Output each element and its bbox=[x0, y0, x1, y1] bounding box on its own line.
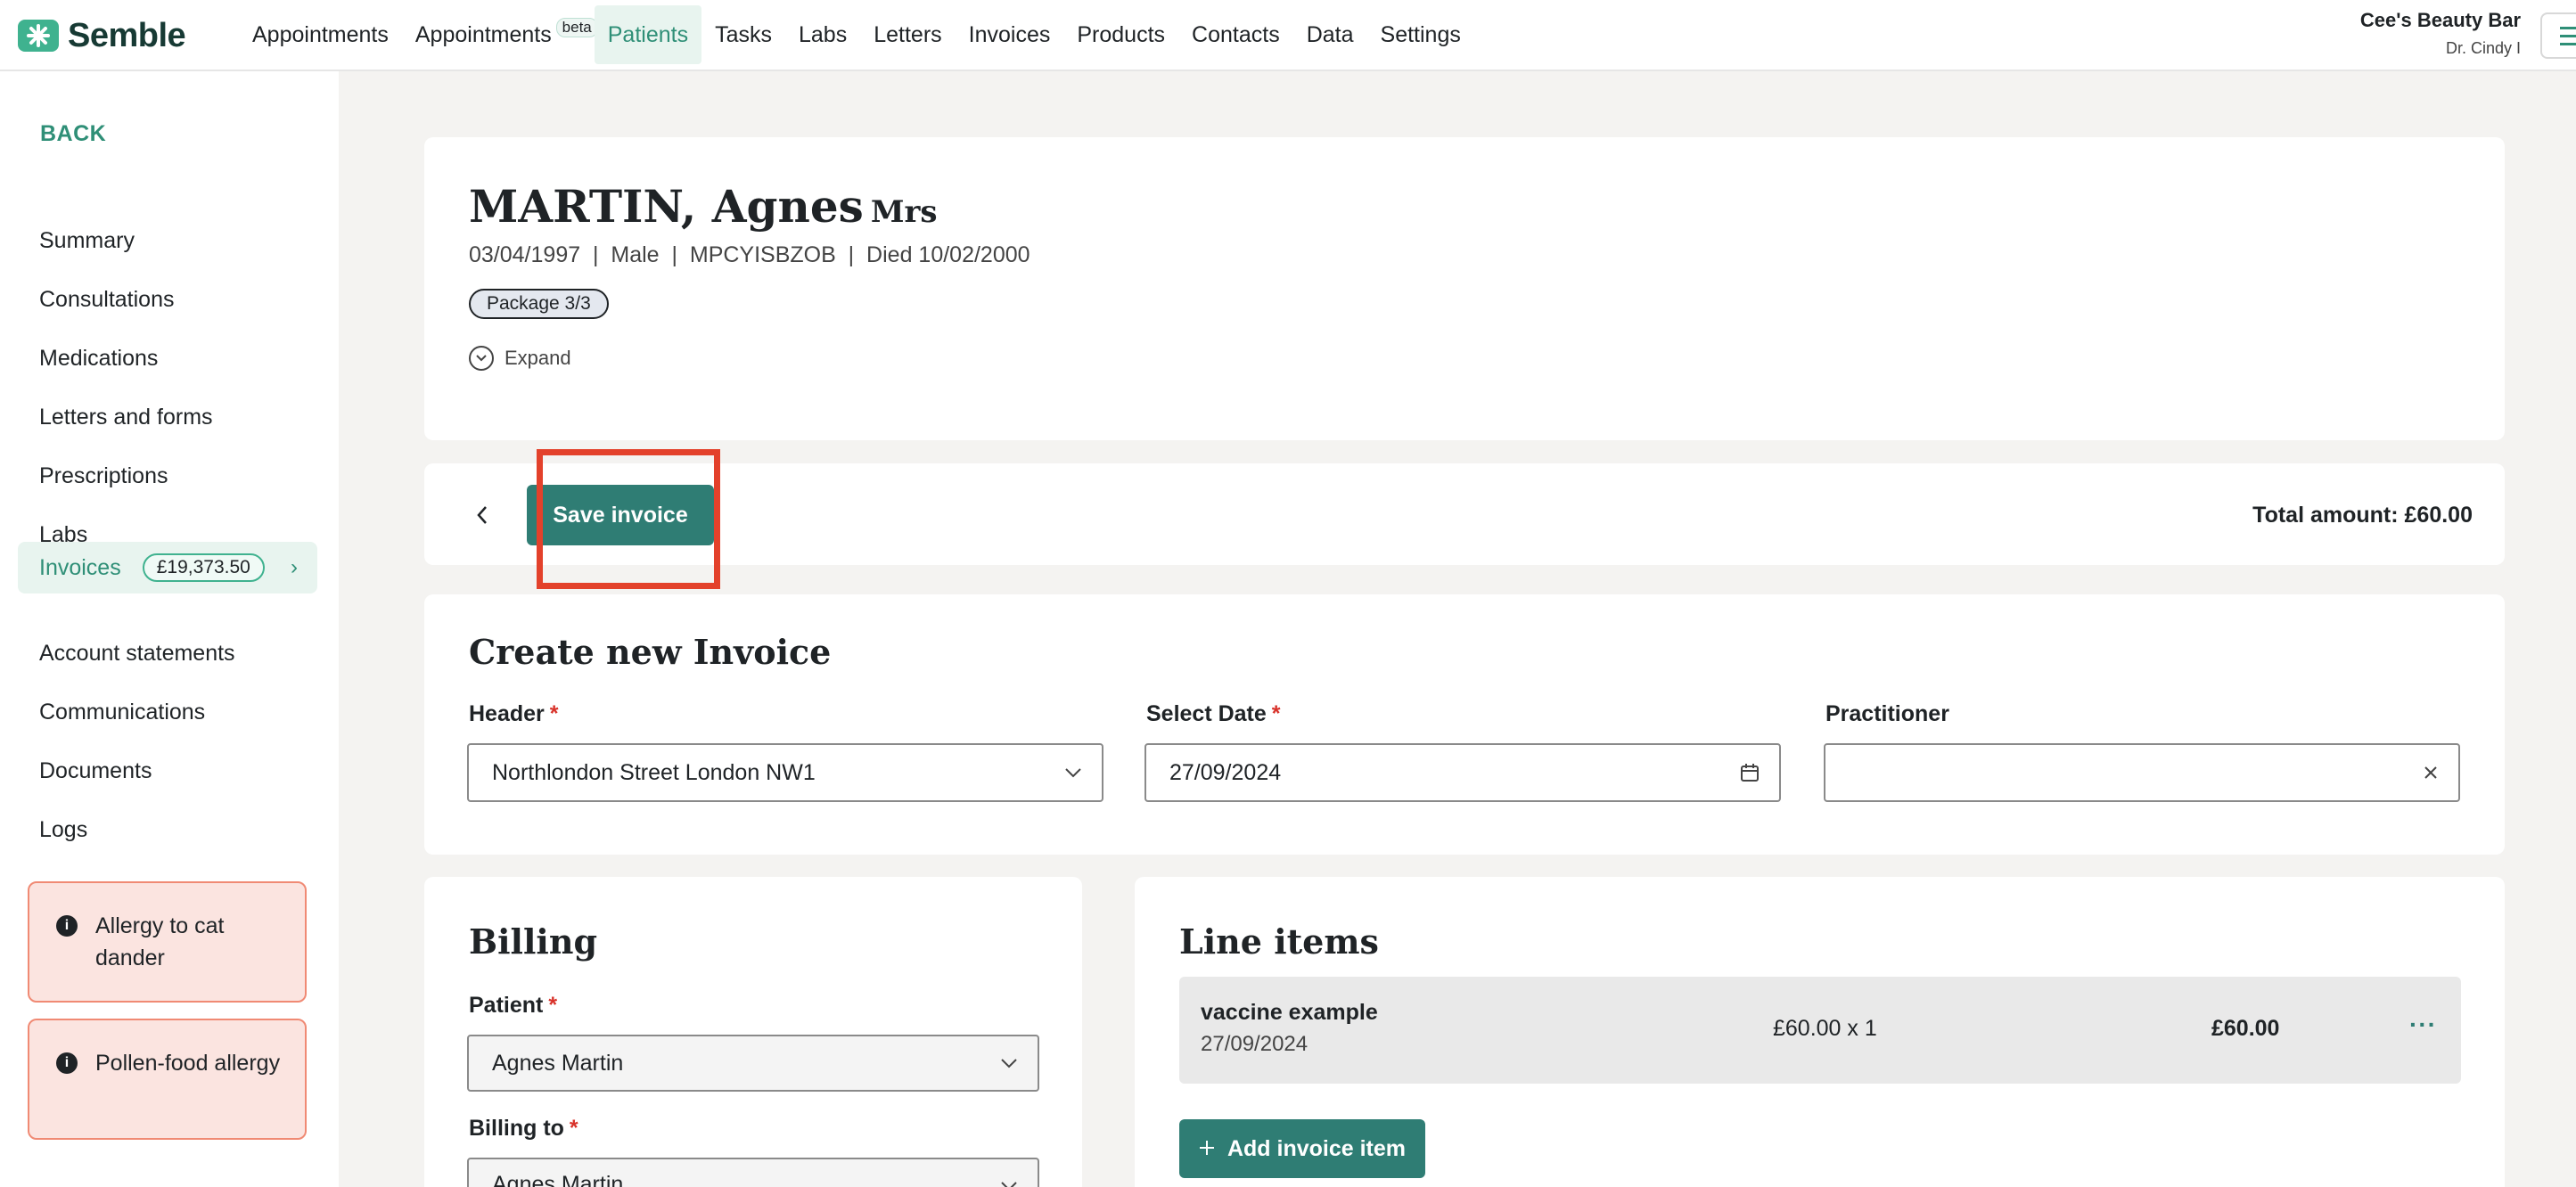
invoice-toolbar: Save invoice Total amount: £60.00 bbox=[424, 463, 2505, 565]
nav-item-appointments[interactable]: Appointments bbox=[239, 5, 402, 64]
chevron-right-icon: › bbox=[291, 555, 298, 579]
sidebar-item-logs[interactable]: Logs bbox=[18, 804, 317, 855]
line-items-title: Line items bbox=[1179, 921, 1379, 962]
add-invoice-item-button[interactable]: Add invoice item bbox=[1179, 1119, 1425, 1178]
line-item-row[interactable]: vaccine example 27/09/2024 £60.00 x 1 £6… bbox=[1179, 977, 2461, 1084]
line-items-card: Line items vaccine example 27/09/2024 £6… bbox=[1135, 877, 2505, 1187]
create-invoice-card: Create new Invoice Header * Northlondon S… bbox=[424, 594, 2505, 855]
app-name: Semble bbox=[68, 16, 186, 54]
nav-item-tasks[interactable]: Tasks bbox=[701, 5, 785, 64]
header-select[interactable]: Northlondon Street London NW1 bbox=[467, 743, 1103, 802]
semble-logo[interactable]: Semble bbox=[18, 16, 186, 54]
billing-to-label: Billing to * bbox=[469, 1116, 578, 1141]
nav-item-label: Appointments bbox=[414, 21, 552, 47]
allergy-alert: i Pollen-food allergy bbox=[28, 1019, 307, 1140]
semble-logo-icon bbox=[18, 20, 59, 52]
info-icon: i bbox=[56, 915, 78, 937]
patient-sidebar: BACK Summary Consultations Medications L… bbox=[0, 71, 339, 1187]
nav-item-products[interactable]: Products bbox=[1063, 5, 1178, 64]
account-switcher[interactable]: Cee's Beauty Bar Dr. Cindy I bbox=[2360, 9, 2521, 58]
nav-item-settings[interactable]: Settings bbox=[1367, 5, 1474, 64]
total-amount: Total amount: £60.00 bbox=[2252, 503, 2473, 528]
invoice-balance-badge: £19,373.50 bbox=[142, 553, 265, 582]
line-item-date: 27/09/2024 bbox=[1201, 1032, 1309, 1056]
patient-meta: 03/04/1997 | Male | MPCYISBZOB | Died 10… bbox=[469, 242, 1030, 267]
nav-item-invoices[interactable]: Invoices bbox=[956, 5, 1064, 64]
nav-item-letters[interactable]: Letters bbox=[860, 5, 955, 64]
expand-label: Expand bbox=[505, 347, 571, 369]
chevron-left-icon[interactable] bbox=[469, 497, 496, 533]
sidebar-item-invoices[interactable]: Invoices £19,373.50 › bbox=[18, 542, 317, 594]
hamburger-menu-icon[interactable] bbox=[2540, 12, 2576, 59]
nav-item-appointments-beta[interactable]: Appointments beta bbox=[402, 5, 598, 64]
sidebar-item-consultations[interactable]: Consultations bbox=[18, 274, 317, 325]
alert-text: Pollen-food allergy bbox=[95, 1051, 281, 1076]
sidebar-item-summary[interactable]: Summary bbox=[18, 215, 317, 266]
nav-item-patients[interactable]: Patients bbox=[594, 5, 702, 64]
select-date-label: Select Date * bbox=[1146, 701, 1281, 726]
line-item-name: vaccine example bbox=[1201, 1000, 1378, 1025]
date-input-value: 27/09/2024 bbox=[1169, 759, 1282, 785]
nav-item-data[interactable]: Data bbox=[1293, 5, 1367, 64]
sidebar-item-documents[interactable]: Documents bbox=[18, 745, 317, 797]
nav-item-labs[interactable]: Labs bbox=[785, 5, 860, 64]
sidebar-item-prescriptions[interactable]: Prescriptions bbox=[18, 450, 317, 502]
plus-icon bbox=[1199, 1136, 1215, 1162]
allergy-alert: i Allergy to cat dander bbox=[28, 881, 307, 1003]
billing-to-select[interactable]: Agnes Martin bbox=[467, 1158, 1039, 1187]
sidebar-item-label: Invoices bbox=[39, 554, 121, 580]
date-input[interactable]: 27/09/2024 bbox=[1144, 743, 1781, 802]
patient-select[interactable]: Agnes Martin bbox=[467, 1035, 1039, 1092]
info-icon: i bbox=[56, 1052, 78, 1074]
chevron-down-icon bbox=[1000, 1058, 1018, 1068]
patient-title: Mrs bbox=[870, 194, 938, 230]
patient-name: MARTIN, Agnes Mrs bbox=[469, 180, 938, 233]
nav-item-contacts[interactable]: Contacts bbox=[1178, 5, 1293, 64]
header-select-value: Northlondon Street London NW1 bbox=[492, 759, 816, 785]
sidebar-item-medications[interactable]: Medications bbox=[18, 332, 317, 384]
chevron-down-icon bbox=[1064, 767, 1082, 778]
header-label: Header * bbox=[469, 701, 559, 726]
line-item-quantity: £60.00 x 1 bbox=[1773, 1016, 1877, 1041]
more-options-icon[interactable]: ··· bbox=[2409, 1011, 2437, 1039]
alert-text: Allergy to cat dander bbox=[95, 913, 225, 970]
billing-title: Billing bbox=[469, 921, 598, 962]
business-name: Cee's Beauty Bar bbox=[2359, 9, 2521, 31]
save-invoice-button[interactable]: Save invoice bbox=[527, 485, 714, 545]
back-link[interactable]: BACK bbox=[40, 121, 106, 147]
patient-full-name: MARTIN, Agnes bbox=[469, 180, 864, 233]
top-navigation-bar: Semble Appointments Appointments beta Pa… bbox=[0, 0, 2576, 71]
chevron-down-icon bbox=[469, 346, 494, 371]
patient-header-card: MARTIN, Agnes Mrs 03/04/1997 | Male | MPC… bbox=[424, 137, 2505, 440]
chevron-down-icon bbox=[1000, 1181, 1018, 1187]
expand-toggle[interactable]: Expand bbox=[469, 346, 571, 371]
billing-to-value: Agnes Martin bbox=[492, 1172, 624, 1187]
patient-label: Patient * bbox=[469, 993, 558, 1018]
create-invoice-title: Create new Invoice bbox=[469, 632, 832, 672]
add-invoice-item-label: Add invoice item bbox=[1226, 1135, 1407, 1161]
patient-select-value: Agnes Martin bbox=[492, 1050, 624, 1076]
main-nav: Appointments Appointments beta Patients … bbox=[239, 0, 1474, 70]
clear-icon[interactable] bbox=[2423, 765, 2439, 781]
sidebar-item-account-statements[interactable]: Account statements bbox=[18, 627, 317, 679]
practitioner-select[interactable] bbox=[1824, 743, 2460, 802]
billing-card: Billing Patient * Agnes Martin Billing to… bbox=[424, 877, 1082, 1187]
line-item-amount: £60.00 bbox=[2211, 1016, 2280, 1041]
calendar-icon[interactable] bbox=[1740, 763, 1760, 782]
sidebar-item-communications[interactable]: Communications bbox=[18, 686, 317, 738]
package-badge: Package 3/3 bbox=[469, 289, 609, 319]
user-name: Dr. Cindy I bbox=[2445, 39, 2521, 57]
sidebar-item-letters-and-forms[interactable]: Letters and forms bbox=[18, 391, 317, 443]
practitioner-label: Practitioner bbox=[1825, 701, 1949, 726]
beta-badge: beta bbox=[555, 18, 598, 37]
